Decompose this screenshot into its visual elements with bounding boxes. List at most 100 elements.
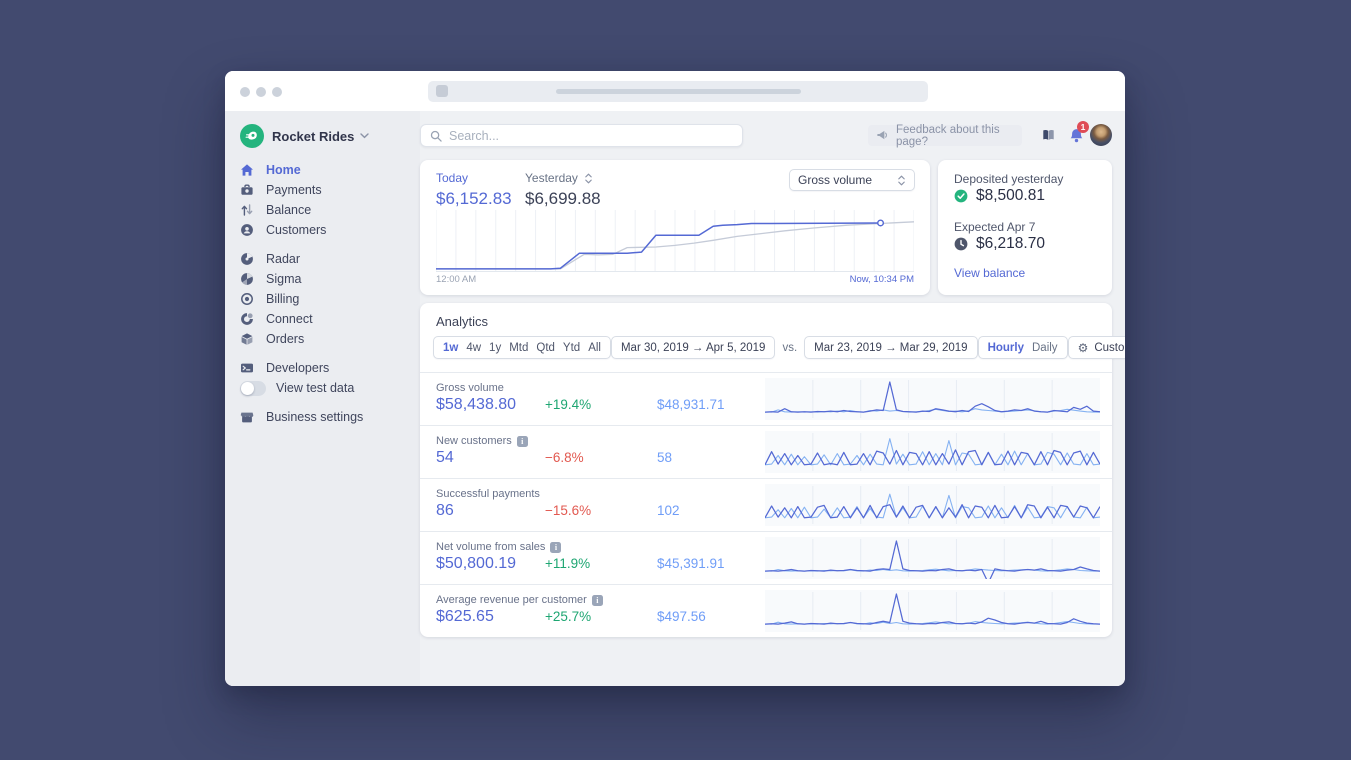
info-icon[interactable]: i [591, 594, 603, 606]
metric-sparkline [765, 537, 1100, 579]
period-pill-all[interactable]: All [588, 342, 601, 354]
sidebar-item-orders[interactable]: Orders [225, 329, 420, 349]
metric-current-value: 86 [436, 502, 454, 519]
gear-icon: ⚙ [1077, 340, 1089, 355]
nav-group: Developers View test data [225, 358, 420, 398]
today-line-end-marker [877, 219, 885, 227]
deposited-label: Deposited yesterday [954, 172, 1064, 186]
sigma-icon [240, 272, 254, 286]
sidebar-item-home[interactable]: Home [225, 160, 420, 180]
comparison-selector[interactable]: Yesterday [525, 171, 601, 185]
feedback-label: Feedback about this page? [896, 123, 1000, 148]
clock-icon [954, 237, 968, 251]
customize-button[interactable]: ⚙ Customize [1067, 336, 1125, 359]
sidebar-item-customers[interactable]: Customers [225, 220, 420, 240]
window-zoom-button[interactable] [272, 87, 282, 97]
period-pill-mtd[interactable]: Mtd [509, 342, 528, 354]
granularity-hourly[interactable]: Hourly [988, 342, 1024, 354]
sidebar-item-connect[interactable]: Connect [225, 309, 420, 329]
metric-values: $625.65 +25.7% $497.56 [436, 608, 706, 626]
sidebar-item-label: Connect [266, 312, 313, 326]
metric-previous-value: $497.56 [657, 609, 706, 624]
search-icon [430, 130, 442, 142]
account-switcher[interactable]: Rocket Rides [240, 124, 370, 148]
window-close-button[interactable] [240, 87, 250, 97]
period-pill-1w[interactable]: 1w [443, 342, 458, 354]
sidebar-item-business-settings[interactable]: Business settings [225, 407, 420, 427]
metric-values: 54 −6.8% 58 [436, 449, 672, 467]
date-range-current[interactable]: Mar 30, 2019 → Apr 5, 2019 [610, 336, 776, 359]
period-pill-ytd[interactable]: Ytd [563, 342, 580, 354]
period-selector: 1w 4w 1y Mtd Qtd Ytd All [433, 336, 611, 359]
browser-chrome [225, 71, 1125, 111]
metric-values: $50,800.19 +11.9% $45,391.91 [436, 555, 725, 573]
metric-current-value: 54 [436, 449, 454, 466]
date-range-previous[interactable]: Mar 23, 2019 → Mar 29, 2019 [804, 336, 978, 359]
metric-sparkline [765, 431, 1100, 473]
metric-rows: Gross volume $58,438.80 +19.4% $48,931.71 Ne… [420, 372, 1112, 637]
expected-label: Expected Apr 7 [954, 220, 1036, 234]
chevron-down-icon [360, 133, 370, 139]
period-pill-qtd[interactable]: Qtd [536, 342, 555, 354]
sidebar-nav: Home Payments Balance Customers Radar Sigma Bi… [225, 160, 420, 436]
nav-group: Business settings [225, 407, 420, 427]
sidebar-item-payments[interactable]: Payments [225, 180, 420, 200]
metric-label-line: Gross volume [436, 382, 504, 394]
info-icon[interactable]: i [550, 541, 562, 553]
metric-label: Successful payments [436, 488, 540, 500]
deposited-row: $8,500.81 [954, 187, 1045, 205]
sidebar-item-balance[interactable]: Balance [225, 200, 420, 220]
address-bar[interactable] [428, 81, 928, 102]
megaphone-icon [876, 129, 889, 142]
view-balance-link[interactable]: View balance [954, 266, 1025, 280]
sidebar-item-billing[interactable]: Billing [225, 289, 420, 309]
search-input[interactable]: Search... [420, 124, 743, 147]
yesterday-value: $6,699.88 [525, 189, 601, 208]
metric-sparkline [765, 484, 1100, 526]
sidebar-item-label: Business settings [266, 410, 364, 424]
nav-group: Home Payments Balance Customers [225, 160, 420, 240]
window-minimize-button[interactable] [256, 87, 266, 97]
customers-icon [240, 223, 254, 237]
metric-select-dropdown[interactable]: Gross volume [789, 169, 915, 191]
sidebar-item-developers[interactable]: Developers [225, 358, 420, 378]
feedback-button[interactable]: Feedback about this page? [868, 123, 1022, 148]
period-pill-1y[interactable]: 1y [489, 342, 501, 354]
metric-row-avg-revenue[interactable]: Average revenue per customer i $625.65 +25.… [420, 585, 1112, 638]
metric-delta: +25.7% [545, 609, 592, 624]
metric-row-gross-volume[interactable]: Gross volume $58,438.80 +19.4% $48,931.71 [420, 373, 1112, 426]
metric-previous-value: 102 [657, 503, 680, 518]
notifications-bell-icon[interactable]: 1 [1066, 121, 1089, 145]
toggle-knob [241, 381, 254, 395]
customize-label: Customize [1094, 341, 1125, 354]
analytics-card: Analytics 1w 4w 1y Mtd Qtd Ytd All Mar 30, 201… [420, 303, 1125, 637]
today-column: Today $6,152.83 [436, 171, 512, 209]
docs-book-icon[interactable] [1038, 125, 1058, 145]
metric-current-value: $50,800.19 [436, 555, 517, 572]
radar-icon [240, 252, 254, 266]
sidebar-item-sigma[interactable]: Sigma [225, 269, 420, 289]
connect-icon [240, 312, 254, 326]
info-icon[interactable]: i [516, 435, 528, 447]
sidebar-item-radar[interactable]: Radar [225, 249, 420, 269]
metric-row-net-volume[interactable]: Net volume from sales i $50,800.19 +11.9% $4… [420, 532, 1112, 585]
sidebar-item-label: Payments [266, 183, 322, 197]
yesterday-column: Yesterday $6,699.88 [525, 171, 601, 209]
period-pill-4w[interactable]: 4w [466, 342, 481, 354]
sidebar-item-label: Orders [266, 332, 305, 346]
avatar[interactable] [1090, 124, 1112, 146]
account-name: Rocket Rides [272, 128, 355, 144]
analytics-controls: 1w 4w 1y Mtd Qtd Ytd All Mar 30, 2019 → Apr 5,… [433, 336, 1125, 359]
developers-icon [240, 361, 254, 375]
metric-row-successful-payments[interactable]: Successful payments 86 −15.6% 102 [420, 479, 1112, 532]
sidebar-item-label: Home [266, 163, 301, 177]
chart-axis-start: 12:00 AM [436, 274, 477, 285]
browser-window: Rocket Rides Home Payments Balance Customer… [225, 71, 1125, 686]
nav-group: Radar Sigma Billing Connect Orders [225, 249, 420, 349]
granularity-daily[interactable]: Daily [1032, 342, 1058, 354]
sidebar-item-view-test-data[interactable]: View test data [225, 378, 420, 398]
test-data-toggle[interactable] [240, 380, 266, 396]
metric-label: Net volume from sales [436, 541, 546, 553]
metric-row-new-customers[interactable]: New customers i 54 −6.8% 58 [420, 426, 1112, 479]
today-vs-yesterday-chart [436, 210, 914, 272]
